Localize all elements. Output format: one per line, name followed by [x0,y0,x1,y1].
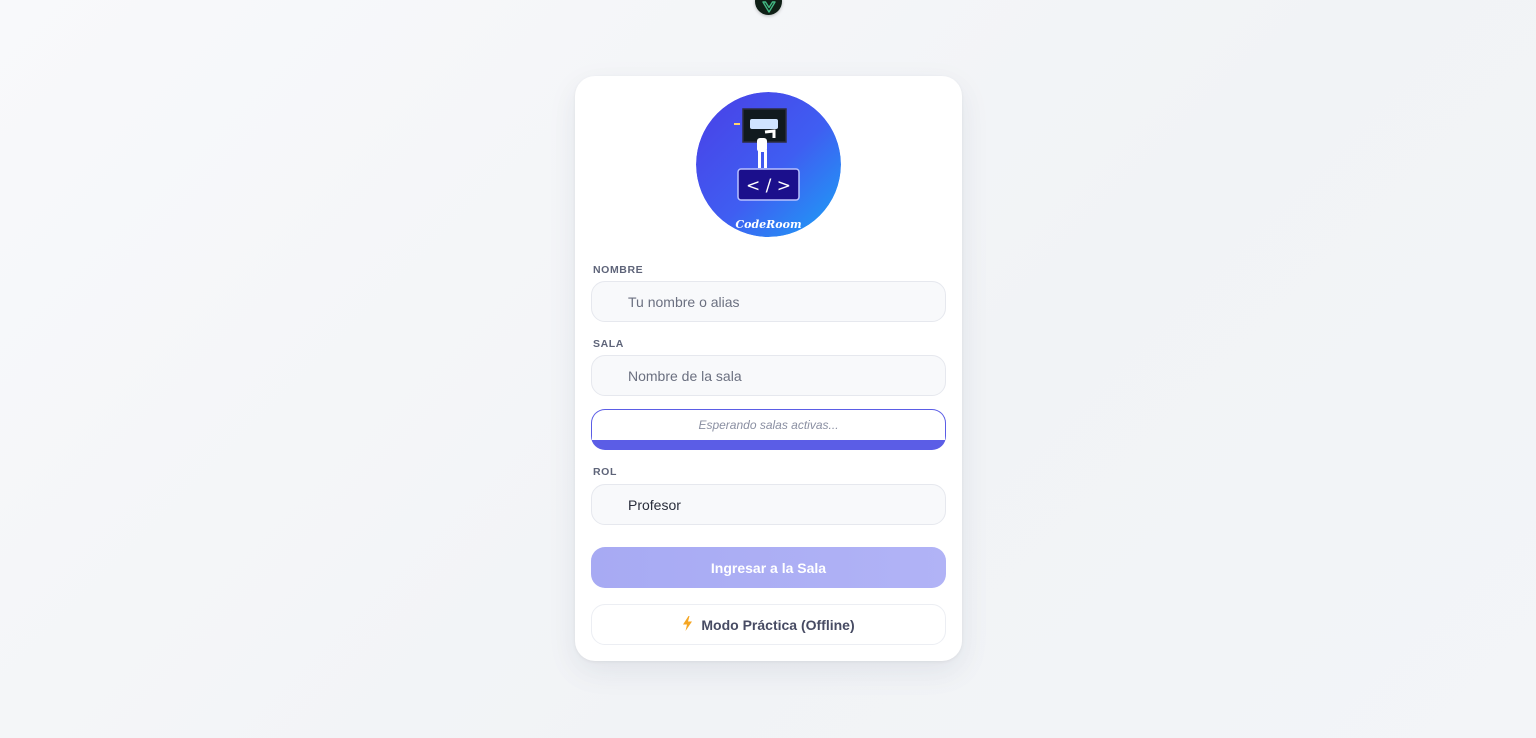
room-input[interactable]: Nombre de la sala [591,355,946,396]
name-input[interactable]: Tu nombre o alias [591,281,946,322]
role-label: ROL [593,466,617,478]
code-symbol: < / > [746,176,791,196]
name-label: NOMBRE [593,264,644,276]
join-room-button[interactable]: Ingresar a la Sala [591,547,946,588]
role-select[interactable]: Profesor [591,484,946,525]
room-label: SALA [593,338,624,350]
vue-logo-icon [755,0,782,15]
active-rooms-status-text: Esperando salas activas... [592,410,945,440]
offline-practice-button[interactable]: Modo Práctica (Offline) [591,604,946,645]
logo-text: CodeRoom [735,218,801,231]
lightning-icon [682,615,693,634]
coderoom-logo: < / > CodeRoom [696,92,841,237]
offline-practice-label: Modo Práctica (Offline) [701,616,855,633]
active-rooms-status: Esperando salas activas... [591,409,946,450]
login-card: < / > CodeRoom NOMBRE Tu nombre o alias … [575,76,962,661]
